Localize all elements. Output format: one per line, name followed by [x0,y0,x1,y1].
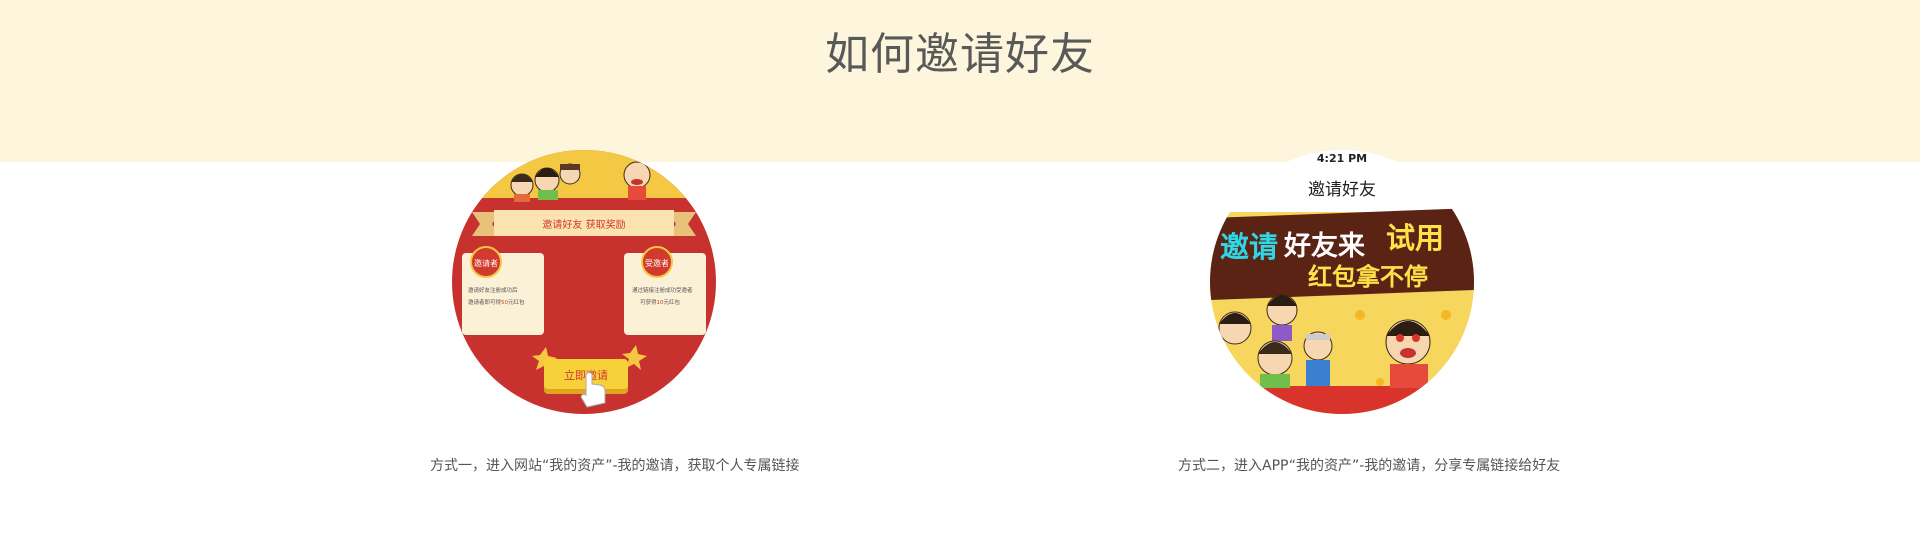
right-card-line2: 可获得10元红包 [640,298,681,306]
promo-redpacket-text: 红包拿不停 [1308,263,1428,291]
method-one-caption: 方式一，进入网站“我的资产”-我的邀请，获取个人专属链接 [430,458,800,474]
right-card-badge: 受邀者 [645,258,669,268]
left-card-badge: 邀请者 [474,258,498,268]
left-card-line1: 邀请好友注册成功后 [468,286,518,294]
left-card-line2: 邀请者即可得50元红包 [468,298,525,306]
promo-trial-text: 试用 [1386,221,1444,255]
coin-icon [1376,378,1384,386]
coin-icon [1441,310,1451,320]
website-invite-illustration: 邀请好友 获取奖励 邀请者 邀请好友注册成功后 邀请者即可得50元红包 受邀者 … [452,150,716,414]
banner-text: 邀请好友 获取奖励 [542,218,625,231]
promo-invite-text: 邀请 [1220,230,1278,264]
status-time: 4:21 PM [1317,152,1367,165]
method-two-caption: 方式二，进入APP“我的资产”-我的邀请，分享专属链接给好友 [1178,458,1561,474]
method-one-preview: 邀请好友 获取奖励 邀请者 邀请好友注册成功后 邀请者即可得50元红包 受邀者 … [452,150,716,414]
promo-friends-text: 好友来 [1283,231,1365,262]
app-invite-illustration: 4:21 PM 邀请好友 邀请 好友来 试用 红包拿不停 [1210,150,1474,414]
screen-title: 邀请好友 [1308,180,1376,200]
right-card-line1: 通过链接注册成功受邀者 [632,286,693,294]
method-two-preview: 4:21 PM 邀请好友 邀请 好友来 试用 红包拿不停 [1210,150,1474,414]
coin-icon [1451,360,1459,368]
page-title: 如何邀请好友 [825,29,1095,80]
coin-icon [1355,310,1365,320]
